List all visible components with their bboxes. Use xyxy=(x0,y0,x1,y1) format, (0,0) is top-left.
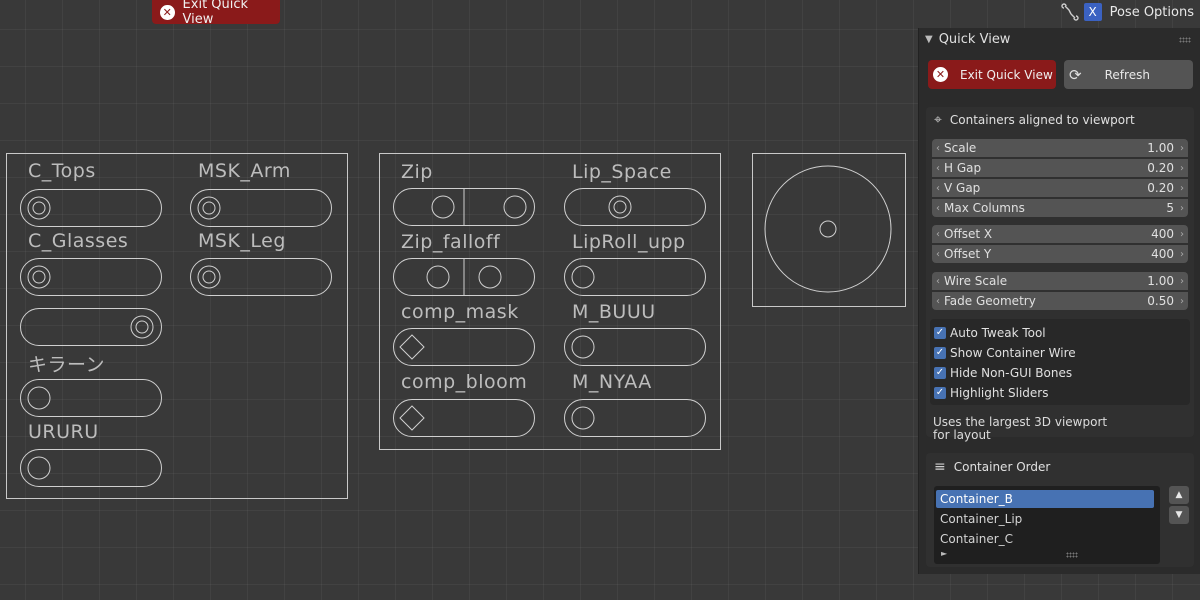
offset-y-field[interactable]: ‹ Offset Y 400 › xyxy=(932,245,1188,263)
exit-button-label: Exit Quick View xyxy=(960,67,1053,82)
refresh-button[interactable]: ⟳ Refresh xyxy=(1064,60,1193,89)
containers-aligned-section: ⌖ Containers aligned to viewport ‹ Scale 1… xyxy=(926,107,1194,437)
label-msk-arm: MSK_Arm xyxy=(198,160,291,182)
slider-comp-bloom[interactable] xyxy=(393,399,535,437)
quick-view-panel: ▼ Quick View ✕ Exit Quick View ⟳ Refresh… xyxy=(918,28,1200,574)
slider-lip-space[interactable] xyxy=(564,188,706,226)
slider-unlabeled[interactable] xyxy=(20,308,162,346)
close-circle-icon: ✕ xyxy=(160,4,175,20)
label-kiraan: キラーン xyxy=(28,354,106,376)
slider-comp-mask[interactable] xyxy=(393,328,535,366)
slider-zip-falloff[interactable] xyxy=(393,258,535,296)
slider-kiraan[interactable] xyxy=(20,379,162,417)
auto-tweak-tool-checkbox[interactable]: ✓ Auto Tweak Tool xyxy=(934,326,1046,340)
containers-aligned-header[interactable]: ⌖ Containers aligned to viewport xyxy=(926,108,1194,132)
arrow-down-icon: ▼ xyxy=(1175,510,1183,520)
max-columns-field[interactable]: ‹ Max Columns 5 › xyxy=(932,199,1188,217)
checkmark-icon: ✓ xyxy=(934,327,946,339)
arrow-up-icon: ▲ xyxy=(1175,490,1183,500)
v-gap-field[interactable]: ‹ V Gap 0.20 › xyxy=(932,179,1188,197)
label-lip-space: Lip_Space xyxy=(572,161,672,183)
move-down-button[interactable]: ▼ xyxy=(1169,506,1189,524)
x-axis-toggle[interactable]: X xyxy=(1083,3,1102,21)
label-liproll-upp: LipRoll_upp xyxy=(572,231,686,253)
slider-msk-leg[interactable] xyxy=(190,258,332,296)
label-comp-bloom: comp_bloom xyxy=(401,371,528,393)
containers-aligned-label: Containers aligned to viewport xyxy=(949,113,1135,127)
exit-quick-view-button[interactable]: ✕ Exit Quick View xyxy=(928,60,1056,89)
panel-header[interactable]: ▼ Quick View xyxy=(925,32,1010,47)
slider-zip[interactable] xyxy=(393,188,535,226)
header-right: X Pose Options xyxy=(1060,0,1200,24)
scale-field[interactable]: ‹ Scale 1.00 › xyxy=(932,139,1188,157)
slider-m-buuu[interactable] xyxy=(564,328,706,366)
h-gap-field[interactable]: ‹ H Gap 0.20 › xyxy=(932,159,1188,177)
chevron-down-icon: ▼ xyxy=(925,34,933,45)
list-item[interactable]: Container_C xyxy=(936,530,1154,548)
bone-icon[interactable] xyxy=(1060,2,1080,22)
list-expand-icon[interactable]: ► xyxy=(941,549,947,558)
slider-m-nyaa[interactable] xyxy=(564,399,706,437)
slider-msk-arm[interactable] xyxy=(190,189,332,227)
show-container-wire-checkbox[interactable]: ✓ Show Container Wire xyxy=(934,346,1076,360)
refresh-icon: ⟳ xyxy=(1069,65,1082,84)
label-m-buuu: M_BUUU xyxy=(572,301,656,323)
label-m-nyaa: M_NYAA xyxy=(572,371,652,393)
close-circle-icon: ✕ xyxy=(933,67,948,82)
slider-ururu[interactable] xyxy=(20,449,162,487)
label-comp-mask: comp_mask xyxy=(401,301,519,323)
list-item[interactable]: Container_Lip xyxy=(936,510,1154,528)
fade-geometry-field[interactable]: ‹ Fade Geometry 0.50 › xyxy=(932,292,1188,310)
container-order-list[interactable]: Container_B Container_Lip Container_C ► xyxy=(934,486,1160,564)
container-order-label: Container Order xyxy=(953,460,1051,474)
label-msk-leg: MSK_Leg xyxy=(198,230,286,252)
slider-c-tops[interactable] xyxy=(20,189,162,227)
panel-title: Quick View xyxy=(938,32,1011,47)
highlight-sliders-checkbox[interactable]: ✓ Highlight Sliders xyxy=(934,386,1048,400)
layout-note: Uses the largest 3D viewport for layout xyxy=(933,415,1108,442)
label-zip: Zip xyxy=(401,161,433,183)
list-item[interactable]: Container_B xyxy=(936,490,1154,508)
label-c-tops: C_Tops xyxy=(28,160,96,182)
list-resize-grip-icon[interactable] xyxy=(1066,552,1078,558)
circle-control-container-c[interactable] xyxy=(752,153,906,307)
offset-x-field[interactable]: ‹ Offset X 400 › xyxy=(932,225,1188,243)
align-icon: ⌖ xyxy=(934,112,942,128)
checkmark-icon: ✓ xyxy=(934,367,946,379)
move-up-button[interactable]: ▲ xyxy=(1169,486,1189,504)
checkmark-icon: ✓ xyxy=(934,347,946,359)
hide-non-gui-bones-checkbox[interactable]: ✓ Hide Non-GUI Bones xyxy=(934,366,1072,380)
exit-quick-view-top-button[interactable]: ✕ Exit Quick View xyxy=(152,0,280,27)
exit-quick-view-label: Exit Quick View xyxy=(182,0,249,27)
label-ururu: URURU xyxy=(28,421,99,443)
label-c-glasses: C_Glasses xyxy=(28,230,129,252)
slider-liproll-upp[interactable] xyxy=(564,258,706,296)
drag-grip-icon[interactable] xyxy=(1179,37,1191,43)
sort-icon: ≡ xyxy=(934,459,946,475)
container-order-header[interactable]: ≡ Container Order xyxy=(926,454,1194,480)
pose-options-menu[interactable]: Pose Options xyxy=(1110,5,1200,20)
refresh-button-label: Refresh xyxy=(1104,67,1150,82)
checkmark-icon: ✓ xyxy=(934,387,946,399)
slider-c-glasses[interactable] xyxy=(20,258,162,296)
label-zip-falloff: Zip_falloff xyxy=(401,231,501,253)
wire-scale-field[interactable]: ‹ Wire Scale 1.00 › xyxy=(932,272,1188,290)
